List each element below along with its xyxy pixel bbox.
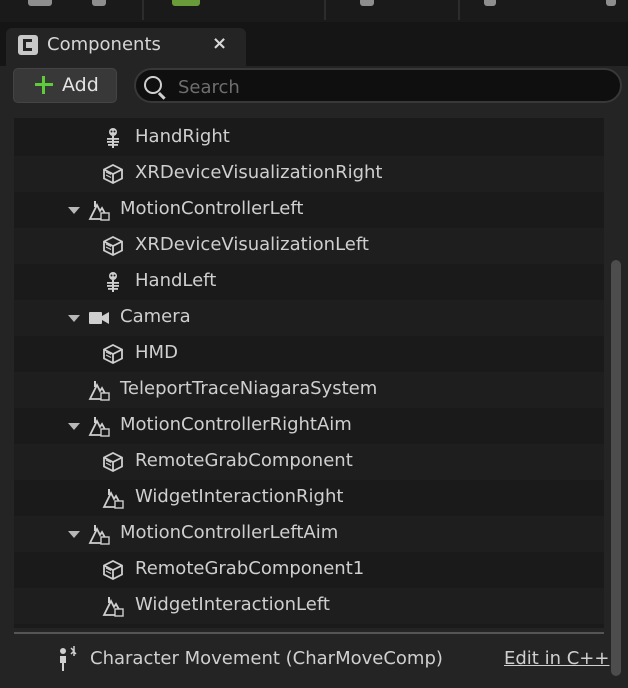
tree-row[interactable]: Camera: [14, 300, 604, 336]
footer-component-label: Character Movement (CharMoveComp): [90, 648, 443, 669]
toolbar-icon[interactable]: [92, 0, 106, 6]
tree-row[interactable]: TeleportTraceNiagaraSystem: [14, 372, 604, 408]
tree-row-label: XRDeviceVisualizationRight: [135, 162, 383, 183]
tree-row-label: XRDeviceVisualizationLeft: [135, 234, 369, 255]
tree-row-label: WidgetInteractionRight: [135, 486, 344, 507]
panel-divider: [14, 632, 604, 634]
tree-row-label: WidgetInteractionLeft: [135, 594, 330, 615]
tree-row[interactable]: MotionControllerLeftAim: [14, 516, 604, 552]
close-icon[interactable]: ×: [212, 33, 227, 54]
camera-icon: [88, 307, 110, 329]
tree-row-label: HandRight: [135, 126, 230, 147]
components-tab[interactable]: Components ×: [6, 28, 246, 66]
tree-row-label: HMD: [135, 342, 178, 363]
expand-arrow-icon[interactable]: [68, 315, 80, 322]
toolbar-segment[interactable]: [326, 0, 460, 20]
cube-icon: [102, 451, 124, 473]
tree-row-label: Camera: [120, 306, 191, 327]
character-movement-icon: [60, 646, 77, 671]
edit-in-cpp-link[interactable]: Edit in C++: [504, 648, 609, 669]
top-toolbar: [0, 0, 628, 22]
tree-row-label: MotionControllerLeftAim: [120, 522, 339, 543]
add-component-button[interactable]: Add: [13, 68, 117, 103]
tree-row[interactable]: RemoteGrabComponent: [14, 444, 604, 480]
search-icon: [144, 76, 162, 94]
tree-row[interactable]: HandRight: [14, 120, 604, 156]
toolbar-icon[interactable]: [172, 0, 200, 6]
search-input[interactable]: [176, 73, 610, 101]
tree-row-label: MotionControllerRightAim: [120, 414, 352, 435]
scene-component-icon: [88, 415, 110, 437]
tree-row[interactable]: MotionControllerLeft: [14, 192, 604, 228]
skeleton-icon: [102, 271, 124, 293]
toolbar-segment[interactable]: [0, 0, 144, 20]
tree-row[interactable]: WidgetInteractionLeft: [14, 588, 604, 624]
tree-row[interactable]: MotionControllerRightAim: [14, 408, 604, 444]
cube-icon: [102, 163, 124, 185]
scene-component-icon: [102, 595, 124, 617]
search-box[interactable]: [134, 68, 622, 103]
tree-row[interactable]: WidgetInteractionRight: [14, 480, 604, 516]
toolbar-icon[interactable]: [28, 0, 52, 6]
tree-row-label: TeleportTraceNiagaraSystem: [120, 378, 378, 399]
cube-icon: [102, 235, 124, 257]
tree-row-label: MotionControllerLeft: [120, 198, 304, 219]
toolbar-icon[interactable]: [484, 0, 496, 6]
tree-row[interactable]: HMD: [14, 336, 604, 372]
tree-row[interactable]: XRDeviceVisualizationLeft: [14, 228, 604, 264]
tab-title: Components: [47, 34, 161, 55]
toolbar-icon[interactable]: [606, 0, 616, 6]
tree-row[interactable]: RemoteGrabComponent1: [14, 552, 604, 588]
scrollbar-thumb[interactable]: [611, 260, 621, 676]
scene-component-icon: [102, 487, 124, 509]
plus-icon: [34, 75, 54, 95]
expand-arrow-icon[interactable]: [68, 207, 80, 214]
expand-arrow-icon[interactable]: [68, 423, 80, 430]
skeleton-icon: [102, 127, 124, 149]
scene-component-icon: [88, 199, 110, 221]
tree-row-label: RemoteGrabComponent: [135, 450, 353, 471]
tree-row[interactable]: XRDeviceVisualizationRight: [14, 156, 604, 192]
cube-icon: [102, 343, 124, 365]
scene-component-icon: [88, 379, 110, 401]
tree-row-label: RemoteGrabComponent1: [135, 558, 365, 579]
component-tree: HandRight XRDeviceVisualizationRight Motio…: [14, 118, 604, 628]
component-tab-icon: [18, 35, 38, 55]
add-button-label: Add: [62, 74, 99, 96]
cube-icon: [102, 559, 124, 581]
tree-row-label: HandLeft: [135, 270, 217, 291]
expand-arrow-icon[interactable]: [68, 531, 80, 538]
toolbar-icon[interactable]: [360, 0, 374, 6]
scene-component-icon: [88, 523, 110, 545]
tree-row[interactable]: HandLeft: [14, 264, 604, 300]
